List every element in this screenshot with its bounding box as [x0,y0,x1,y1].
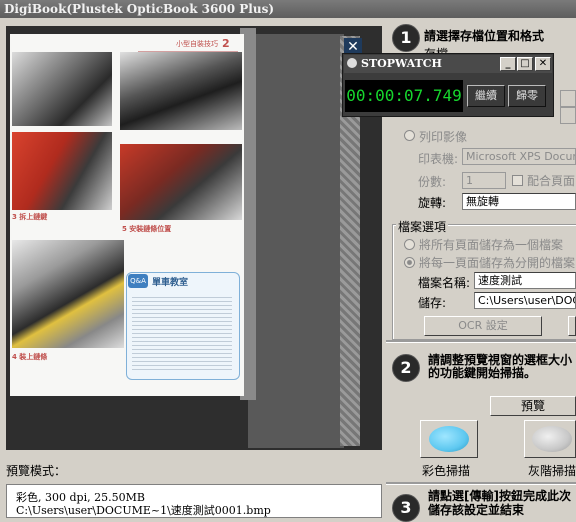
radio-save-each-separate-label: 將每一頁面儲存為分開的檔案 [419,256,576,270]
copies-label: 份數: [418,175,447,189]
caption-5: 5 安裝鏈條位置 [122,225,172,233]
maximize-button[interactable]: □ [517,57,533,71]
stopwatch-continue-button[interactable]: 繼續 [467,85,505,107]
stopwatch-reset-button[interactable]: 歸零 [508,85,546,107]
printer-label: 印表機: [418,152,459,166]
file-path-line: C:\Users\user\DOCUME~1\速度測試0001.bmp [16,504,271,517]
photo-crank-2 [120,144,242,220]
preview-mode-label: 預覽模式： [6,464,67,478]
browse-button-edge[interactable] [568,316,576,336]
fit-page-checkbox[interactable] [512,175,523,186]
filename-input[interactable]: 速度測試 [474,272,576,289]
step-1-title: 請選擇存檔位置和格式 [424,29,545,43]
qa-title: 單車教室 [152,278,189,288]
fit-page-label: 配合頁面 [527,174,576,188]
stopwatch-close-button[interactable]: ✕ [535,57,551,71]
format-field-edge-2[interactable] [560,107,576,124]
ocr-settings-button[interactable]: OCR 設定 [424,316,542,336]
rotate-select[interactable]: 無旋轉 [462,193,576,210]
color-scan-label: 彩色掃描 [422,464,471,478]
divider-step2 [386,340,576,343]
caption-4: 4 裝上鏈條 [12,353,48,361]
format-field-edge[interactable] [560,90,576,107]
page-header: 小型自裝技巧 [176,40,218,48]
print-radio[interactable] [404,130,415,141]
photo-derailleur-1 [12,52,112,126]
step-2-badge: 2 [392,354,420,382]
file-options-label: 檔案選項 [396,218,449,235]
divider-step3 [386,482,576,485]
copies-field[interactable]: 1 [462,172,506,189]
rotate-label: 旋轉: [418,196,447,210]
qa-badge: Q&A [128,274,148,288]
save-path-label: 儲存: [418,296,447,310]
photo-crank-1 [12,132,112,210]
caption-3: 3 拆上鏈鍵 [12,213,48,221]
radio-save-each-separate[interactable] [404,257,415,268]
color-scan-icon [429,426,469,452]
gray-scan-icon [532,426,572,452]
window-title: DigiBook(Plustek OpticBook 3600 Plus) [4,2,274,16]
filename-label: 檔案名稱: [418,276,471,290]
scanned-page: 小型自裝技巧 2 3 拆上鏈鍵 5 安裝鏈條位置 4 裝上鏈條 Q&A 單車教室 [10,34,244,396]
print-radio-label: 列印影像 [419,130,468,144]
printer-select[interactable]: Microsoft XPS Docume [462,148,576,165]
window-title-bar: DigiBook(Plustek OpticBook 3600 Plus) [0,0,576,18]
preview-right-region [248,34,344,448]
step-2-title-line2: 的功能鍵開始掃描。 [428,366,537,380]
gray-scan-label: 灰階掃描 [528,464,576,478]
qa-body-text [132,294,232,370]
step-1-badge: 1 [392,24,420,52]
minimize-button[interactable]: _ [500,57,516,71]
photo-chain-tool [12,240,124,348]
step-3-title-line1: 請點選[傳輸]按鈕完成此次 [428,489,571,503]
stopwatch-title: STOPWATCH [361,57,442,70]
preview-button[interactable]: 預覽 [490,396,576,416]
stopwatch-time-display: 00:00:07.749 [345,80,463,112]
step-3-title-line2: 儲存該設定並結束 [428,503,525,517]
page-number: 2 [222,37,230,50]
radio-save-all-one-label: 將所有頁面儲存為一個檔案 [419,238,564,252]
photo-derailleur-2 [120,52,242,130]
radio-save-all-one[interactable] [404,239,415,250]
save-path-input[interactable]: C:\Users\user\DOCUI [474,292,576,309]
stopwatch-clock-icon [347,58,357,68]
step-2-title-line1: 請調整預覽視窗的選框大小 [428,353,573,367]
